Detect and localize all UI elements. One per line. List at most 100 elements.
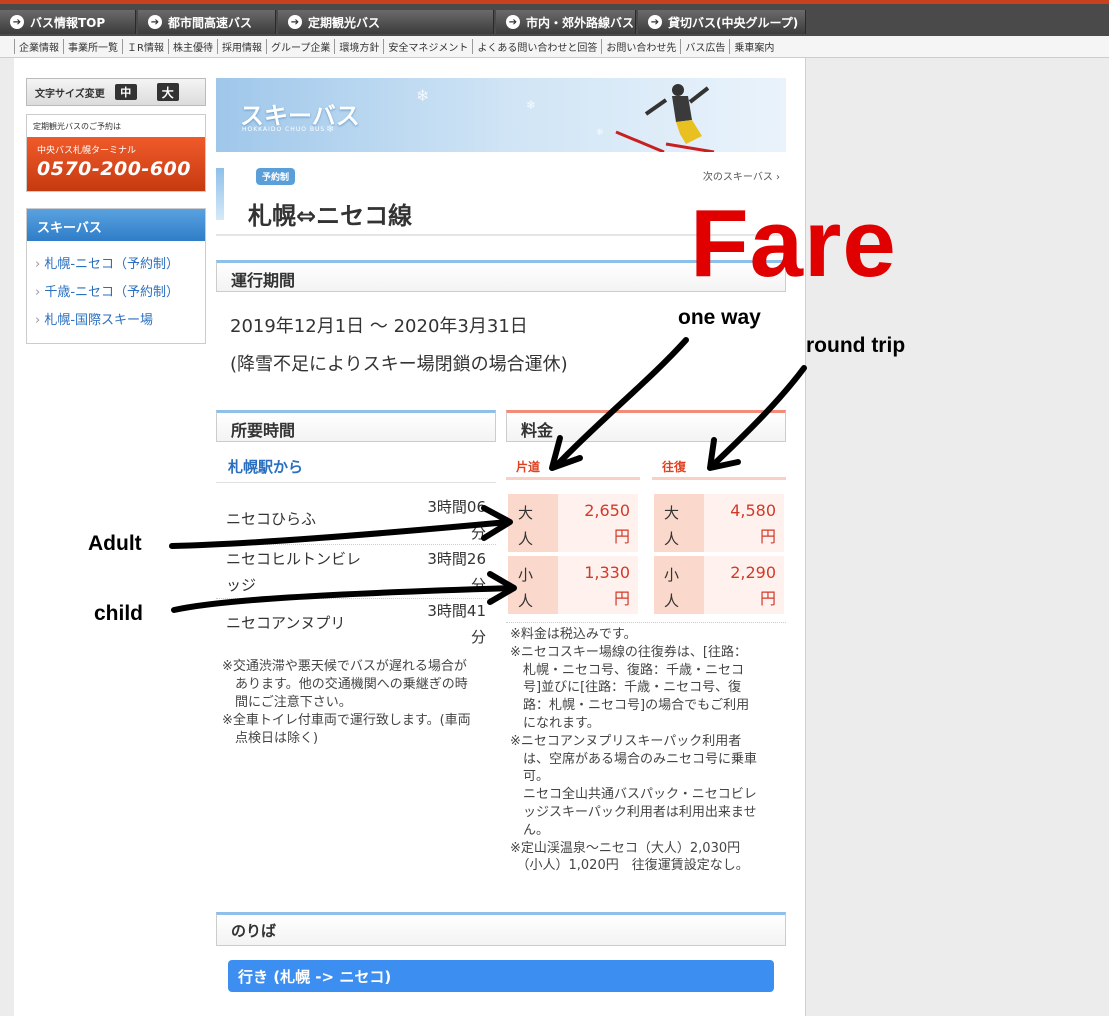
fare-value: 4,580 円 [730, 498, 776, 550]
font-size-label: 文字サイズ変更 [35, 88, 105, 100]
duration-text: 3時間06 [427, 498, 486, 516]
next-ski-bus-link[interactable]: 次のスキーバス › [703, 168, 780, 183]
round-trip-header: 往復 [652, 458, 786, 480]
note-line: 間にご注意下さい。 [222, 695, 352, 710]
fare-value: 1,330 円 [584, 560, 630, 612]
adult-label-line: 人 [664, 530, 680, 548]
annotation-adult: Adult [88, 532, 142, 555]
font-large-button[interactable]: 大 [156, 83, 179, 101]
note-line: ※定山渓温泉〜ニセコ（大人）2,030円 [510, 840, 741, 856]
note-line: ※全車トイレ付車両で運行致します。(車両 [222, 713, 471, 728]
duration-notes: ※交通渋滞や悪天候でバスが遅れる場合が あります。他の交通機関への乗継ぎの時 間… [222, 658, 502, 748]
note-line: 路：札幌・ニセコ号]の場合でもご利用 [510, 698, 750, 714]
phone-banner[interactable]: 中央バス札幌ターミナル 0570-200-600 [27, 137, 205, 191]
adult-label-line: 大 [664, 504, 680, 522]
subnav-link[interactable]: よくある問い合わせと回答 [472, 39, 601, 54]
fare-label: 小人 [654, 556, 704, 614]
tab-intercity-express[interactable]: ➔ 都市間高速バス [138, 10, 276, 34]
duration-unit: 分 [470, 628, 486, 646]
period-dates: 2019年12月1日 〜 2020年3月31日 [230, 316, 528, 337]
child-label-line: 人 [664, 592, 680, 610]
tab-label: バス情報TOP [30, 15, 106, 30]
fare-round-trip-child: 小人 2,290 円 [654, 556, 784, 614]
tab-sightseeing-bus[interactable]: ➔ 定期観光バス [278, 10, 494, 34]
ski-link-sapporo-niseko[interactable]: 札幌-ニセコ（予約制） [35, 251, 197, 279]
tab-charter-bus[interactable]: ➔ 貸切バス(中央グループ) [638, 10, 806, 34]
stop-name-line: ニセコヒルトンビレ [226, 550, 362, 568]
subnav-link[interactable]: 採用情報 [216, 39, 266, 54]
subnav-link[interactable]: 乗車案内 [729, 39, 778, 54]
ski-link-chitose-niseko[interactable]: 千歳-ニセコ（予約制） [35, 279, 197, 307]
child-label-line: 人 [518, 592, 534, 610]
fare-label: 大人 [508, 494, 558, 552]
operation-period: 2019年12月1日 〜 2020年3月31日 (降雪不足によりスキー場閉鎖の場… [230, 308, 568, 384]
fare-value: 2,290 円 [730, 560, 776, 612]
fare-one-way-adult: 大人 2,650 円 [508, 494, 638, 552]
note-line: ※交通渋滞や悪天候でバスが遅れる場合が [222, 659, 467, 674]
note-line: あります。他の交通機関への乗継ぎの時 [222, 677, 468, 692]
top-navigation: ➔ バス情報TOP ➔ 都市間高速バス ➔ 定期観光バス ➔ 市内・郊外路線バス… [0, 0, 1109, 36]
divider [216, 482, 496, 483]
fare-notes: ※料金は税込みです。 ※ニセコスキー場線の往復券は、[往路： 札幌・ニセコ号、復… [510, 626, 786, 875]
annotation-round-trip: round trip [806, 334, 906, 357]
yen-unit: 円 [613, 527, 630, 546]
one-way-header: 片道 [506, 458, 640, 480]
duration-text: 3時間26 [427, 550, 486, 568]
fare-label: 小人 [508, 556, 558, 614]
direction-outbound-button[interactable]: 行き (札幌 -> ニセコ) [228, 960, 774, 992]
subnav-link[interactable]: 環境方針 [334, 39, 383, 54]
ski-link-sapporo-kokusai[interactable]: 札幌-国際スキー場 [35, 307, 197, 335]
fare-amount: 2,650 [584, 501, 630, 520]
note-line: ニセコ全山共通バスパック・ニセコビレ [510, 787, 757, 803]
reservation-label: 定期観光バスのご予約は [33, 122, 121, 131]
note-line: 札幌・ニセコ号、復路：千歳・ニセコ [510, 662, 745, 678]
fare-round-trip-adult: 大人 4,580 円 [654, 494, 784, 552]
tab-label: 市内・郊外路線バス [526, 15, 635, 30]
subnav-link[interactable]: お問い合わせ先 [601, 39, 680, 54]
note-line: （小人）1,020円 往復運賃設定なし。 [510, 858, 749, 874]
fare-amount: 4,580 [730, 501, 776, 520]
annotation-fare: Fare [690, 190, 897, 297]
section-heading-duration: 所要時間 [216, 410, 496, 442]
skier-icon [615, 84, 715, 152]
subnav-link[interactable]: バス広告 [680, 39, 729, 54]
fare-amount: 1,330 [584, 563, 630, 582]
subnav-link[interactable]: ＩR情報 [122, 39, 168, 54]
yen-unit: 円 [759, 527, 776, 546]
stop-duration: 3時間41 分 [406, 598, 486, 650]
stop-name: ニセコアンヌプリ [226, 614, 346, 632]
yen-unit: 円 [613, 589, 630, 608]
ski-menu-title: スキーバス [27, 209, 205, 241]
page-title: 札幌⇔ニセコ線 [248, 202, 413, 230]
note-line: ※ニセコアンヌプリスキーパック利用者 [510, 733, 742, 749]
subnav-link[interactable]: グループ企業 [265, 39, 334, 54]
divider [506, 622, 786, 623]
note-line: 可。 [510, 769, 550, 785]
sub-navigation: 企業情報 事業所一覧 ＩR情報 株主優待 採用情報 グループ企業 環境方針 安全… [0, 36, 1109, 58]
fare-one-way-child: 小人 1,330 円 [508, 556, 638, 614]
stop-name: ニセコヒルトンビレ ッジ [226, 546, 361, 598]
fare-label: 大人 [654, 494, 704, 552]
note-line: ※ニセコスキー場線の往復券は、[往路： [510, 644, 747, 660]
stop-duration: 3時間26 分 [406, 546, 486, 598]
stop-name: ニセコひらふ [226, 510, 317, 528]
font-size-control: 文字サイズ変更 中 大 [26, 78, 206, 106]
circle-arrow-icon: ➔ [648, 15, 662, 29]
snowflake-icon: ❄ [326, 124, 335, 135]
duration-unit: 分 [470, 524, 486, 542]
subnav-link[interactable]: 株主優待 [167, 39, 217, 54]
circle-arrow-icon: ➔ [148, 15, 162, 29]
phone-number: 0570-200-600 [37, 158, 191, 180]
tab-bus-info-top[interactable]: ➔ バス情報TOP [0, 10, 136, 34]
accent-bar [216, 168, 224, 220]
subnav-link[interactable]: 事業所一覧 [63, 39, 122, 54]
circle-arrow-icon: ➔ [506, 15, 520, 29]
font-medium-button[interactable]: 中 [114, 84, 137, 100]
divider [216, 544, 496, 545]
subnav-link[interactable]: 安全マネジメント [383, 39, 472, 54]
subnav-link[interactable]: 企業情報 [14, 39, 63, 54]
note-line: 号]並びに[往路：千歳・ニセコ号、復 [510, 680, 742, 696]
adult-label-line: 人 [518, 530, 534, 548]
tab-city-route-bus[interactable]: ➔ 市内・郊外路線バス [496, 10, 636, 34]
section-heading-fare: 料金 [506, 410, 786, 442]
